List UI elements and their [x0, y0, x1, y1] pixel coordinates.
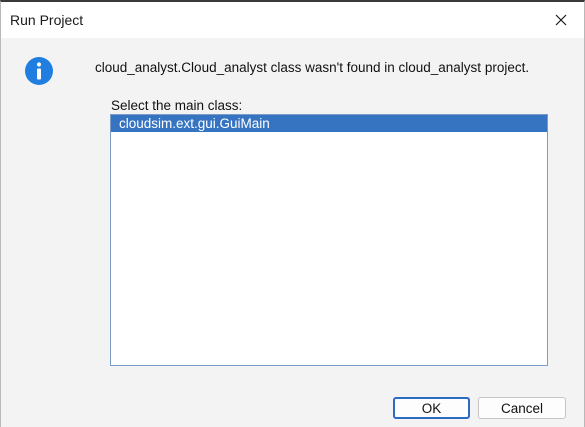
title-bar[interactable]: Run Project [1, 2, 584, 38]
dialog-content: cloud_analyst.Cloud_analyst class wasn't… [1, 38, 584, 427]
close-icon [555, 14, 567, 26]
run-project-dialog: Run Project cloud_analyst.Cloud_analyst … [0, 0, 585, 427]
list-item[interactable]: cloudsim.ext.gui.GuiMain [111, 115, 547, 132]
cancel-button[interactable]: Cancel [478, 397, 566, 419]
main-class-list[interactable]: cloudsim.ext.gui.GuiMain [110, 114, 548, 366]
close-button[interactable] [538, 2, 584, 38]
error-message: cloud_analyst.Cloud_analyst class wasn't… [95, 60, 530, 75]
ok-button[interactable]: OK [393, 397, 470, 419]
main-class-label: Select the main class: [111, 98, 243, 113]
dialog-title: Run Project [10, 12, 84, 28]
info-icon [25, 57, 53, 85]
